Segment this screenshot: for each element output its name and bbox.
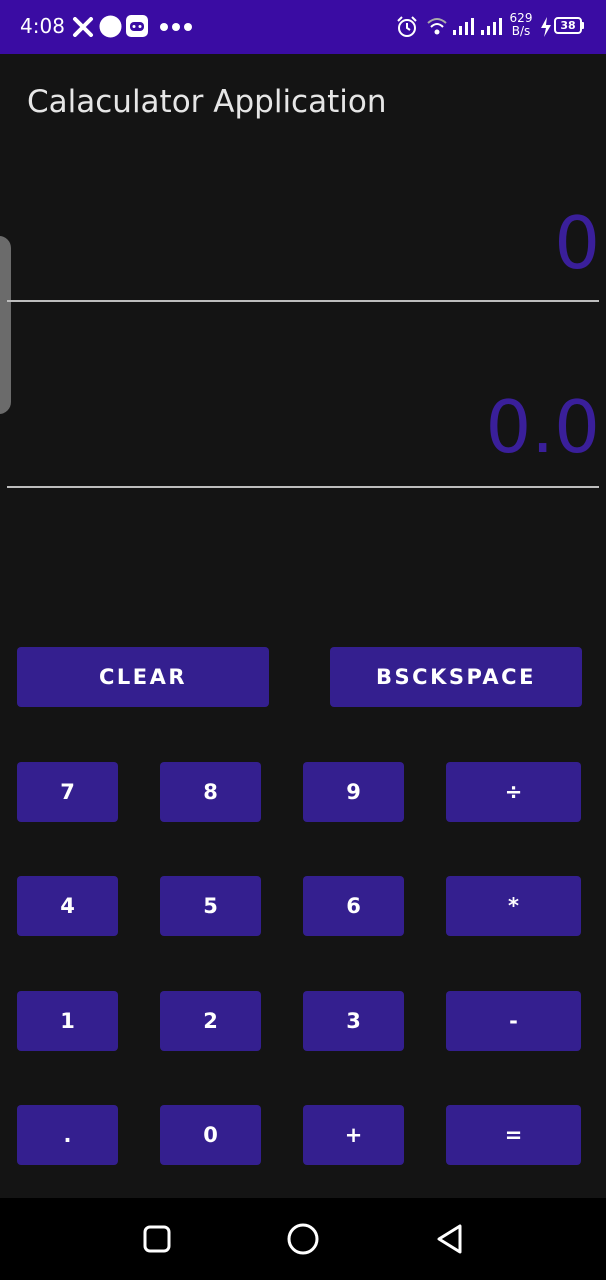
- net-speed-unit: B/s: [511, 24, 531, 38]
- key-2[interactable]: 2: [160, 991, 261, 1051]
- edge-panel-handle[interactable]: [0, 236, 11, 414]
- key-0[interactable]: 0: [160, 1105, 261, 1165]
- key-9[interactable]: 9: [303, 762, 404, 822]
- key-3[interactable]: 3: [303, 991, 404, 1051]
- subtract-button[interactable]: -: [446, 991, 581, 1051]
- backspace-button[interactable]: BSCKSPACE: [330, 647, 582, 707]
- alarm-icon: [397, 16, 417, 37]
- home-icon[interactable]: [284, 1220, 322, 1258]
- battery-icon: 38: [554, 17, 582, 34]
- app-title: Calaculator Application: [27, 84, 387, 120]
- battery-tip: [582, 22, 584, 29]
- add-button[interactable]: +: [303, 1105, 404, 1165]
- key-6[interactable]: 6: [303, 876, 404, 936]
- decimal-button[interactable]: .: [17, 1105, 118, 1165]
- result-display: 0.0: [485, 385, 600, 469]
- clear-button[interactable]: CLEAR: [17, 647, 269, 707]
- signal-icon: [453, 18, 474, 35]
- key-7[interactable]: 7: [17, 762, 118, 822]
- equals-button[interactable]: =: [446, 1105, 581, 1165]
- status-time: 4:08: [20, 14, 65, 38]
- net-speed: 629 B/s: [508, 12, 534, 38]
- multiply-button[interactable]: *: [446, 876, 581, 936]
- more-dots-icon: [160, 23, 192, 31]
- key-8[interactable]: 8: [160, 762, 261, 822]
- wifi-icon: [427, 18, 447, 35]
- charging-icon: [541, 17, 551, 37]
- battery-level: 38: [560, 19, 576, 32]
- x-icon: [73, 17, 93, 37]
- key-5[interactable]: 5: [160, 876, 261, 936]
- key-4[interactable]: 4: [17, 876, 118, 936]
- dot-icon: [99, 15, 122, 38]
- navigation-bar: [0, 1198, 606, 1280]
- status-bar: 4:08 629 B/s 38: [0, 0, 606, 54]
- result-divider: [7, 486, 599, 488]
- key-1[interactable]: 1: [17, 991, 118, 1051]
- signal-icon: [481, 18, 502, 35]
- gamepad-icon: [126, 15, 148, 37]
- input-display: 0: [554, 201, 600, 285]
- recents-icon[interactable]: [140, 1220, 174, 1258]
- input-divider: [7, 300, 599, 302]
- back-icon[interactable]: [432, 1220, 468, 1258]
- divide-button[interactable]: ÷: [446, 762, 581, 822]
